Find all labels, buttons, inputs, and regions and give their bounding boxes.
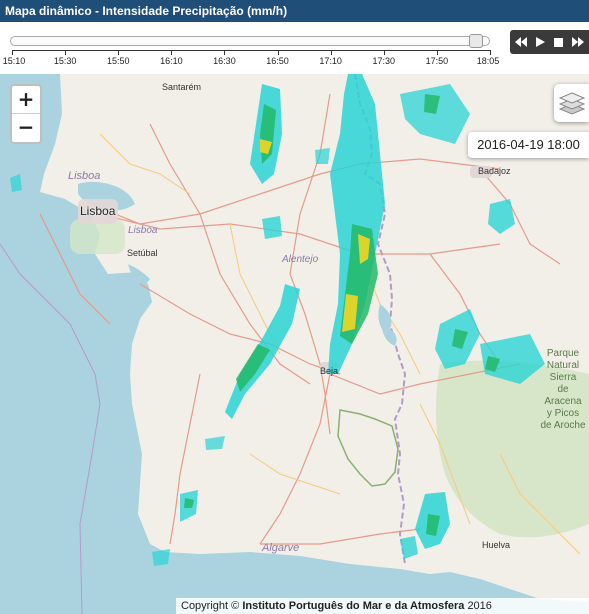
timeline-tick: [277, 50, 279, 55]
timeline-tick: [171, 50, 173, 55]
timeline-tick-label: 17:30: [372, 56, 396, 66]
precipitation-cell: [205, 436, 225, 450]
place-beja: Beja: [320, 366, 339, 376]
parque-line: Parque: [546, 348, 580, 359]
copyright-org: Instituto Português do Mar e da Atmosfer…: [242, 600, 465, 612]
copyright-prefix: Copyright ©: [181, 600, 240, 612]
copyright-notice: Copyright © Instituto Português do Mar e…: [176, 598, 589, 614]
slider-thumb[interactable]: [468, 34, 483, 48]
place-lisboa-region: Lisboa: [68, 170, 101, 182]
timeline-tick: [12, 50, 13, 55]
time-slider[interactable]: 15:10 15:30 15:50 16:10 16:30 16:50 17:10 17:30…: [0, 22, 589, 74]
precipitation-cell: [400, 84, 470, 144]
stop-button[interactable]: [551, 34, 567, 50]
precipitation-cell: [152, 549, 170, 566]
precipitation-cell: [400, 536, 418, 559]
timeline-tick-label: 15:50: [106, 56, 130, 66]
timeline-tick-label: 15:30: [53, 56, 77, 66]
timeline-tick: [330, 50, 332, 55]
copyright-year: 2016: [467, 600, 492, 612]
place-huelva: Huelva: [482, 540, 511, 550]
rewind-icon: [515, 37, 528, 47]
fast-forward-icon: [571, 37, 584, 47]
time-scale: [12, 50, 490, 51]
place-alentejo: Alentejo: [282, 254, 319, 265]
timeline-tick-label: 16:50: [266, 56, 289, 66]
timeline-tick-label: 17:50: [425, 56, 449, 66]
timeline-tick: [490, 50, 491, 55]
play-icon: [536, 37, 546, 47]
timeline-tick-label: 18:05: [476, 56, 500, 66]
play-button[interactable]: [532, 34, 548, 50]
zoom-out-button[interactable]: −: [12, 114, 40, 142]
place-badajoz: Badajoz: [478, 166, 511, 176]
stop-icon: [554, 37, 564, 47]
window-title: Mapa dinâmico - Intensidade Precipitação…: [0, 0, 589, 22]
timeline-tick: [224, 50, 226, 55]
layers-button[interactable]: [554, 84, 589, 122]
precipitation-cell: [315, 148, 330, 164]
place-setubal: Setúbal: [127, 248, 158, 258]
playback-controls: [510, 30, 589, 54]
place-santarem: Santarém: [162, 82, 202, 92]
parque-line: Natural: [546, 360, 580, 371]
datetime-label: 2016-04-19 18:00: [468, 132, 589, 158]
timeline-tick: [65, 50, 67, 55]
timeline-tick-label: 16:10: [160, 56, 183, 66]
place-lisboa-city: Lisboa: [80, 204, 116, 218]
parque-line: y Picos: [546, 408, 580, 419]
parque-line: de Aroche: [540, 420, 586, 431]
fast-forward-button[interactable]: [570, 34, 586, 50]
timeline-tick-label: 15:10: [2, 56, 26, 66]
precipitation-cell: [262, 216, 282, 239]
precipitation-cell: [10, 174, 22, 192]
timeline-tick-label: 17:10: [319, 56, 342, 66]
zoom-in-button[interactable]: +: [12, 86, 40, 114]
parque-line: de Aracena: [544, 384, 582, 407]
timeline-tick: [383, 50, 385, 55]
rewind-button[interactable]: [513, 34, 529, 50]
place-lisboa-district: Lisboa: [128, 225, 158, 236]
timeline-tick-label: 16:30: [213, 56, 236, 66]
timeline-tick: [436, 50, 438, 55]
place-parque-natural: Parque Natural Sierra de Aracena y Picos…: [538, 348, 588, 432]
zoom-control: + −: [10, 84, 42, 144]
parque-line: Sierra: [549, 372, 577, 383]
place-algarve: Algarve: [262, 542, 300, 554]
slider-track[interactable]: [10, 36, 490, 46]
timeline-tick: [118, 50, 120, 55]
precipitation-cell: [488, 199, 515, 234]
layers-icon: [558, 92, 585, 115]
